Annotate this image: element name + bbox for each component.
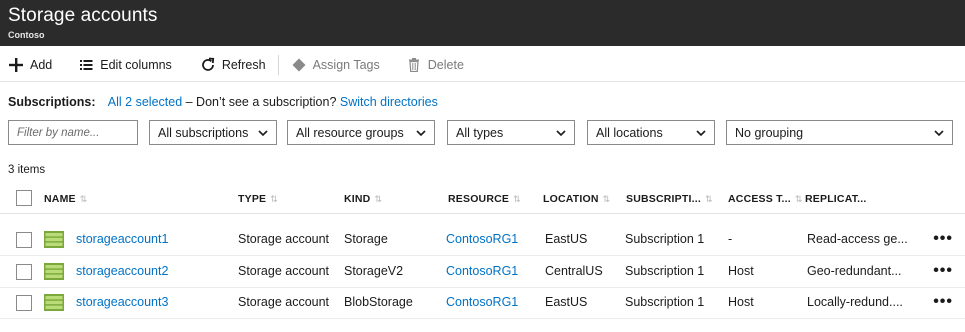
more-icon[interactable]: •••: [933, 262, 953, 280]
location-cell: CentralUS: [545, 264, 603, 278]
type-cell: Storage account: [238, 232, 330, 246]
edit-columns-button[interactable]: Edit columns: [70, 48, 180, 82]
refresh-label: Refresh: [221, 57, 266, 72]
add-button[interactable]: Add: [0, 48, 60, 82]
chevron-down-icon: [696, 130, 706, 137]
filter-by-name-input[interactable]: Filter by name...: [8, 120, 138, 145]
assign-tags-label: Assign Tags: [312, 57, 380, 72]
chevron-down-icon: [416, 130, 426, 137]
row-checkbox[interactable]: [16, 232, 32, 248]
delete-label: Delete: [427, 57, 464, 72]
command-bar: Add Edit columns Refresh Assign Tags Del…: [0, 48, 965, 82]
directory-name: Contoso: [8, 30, 45, 40]
toolbar-divider: [277, 54, 279, 75]
page-title: Storage accounts: [8, 5, 158, 26]
subscription-cell: Subscription 1: [625, 295, 705, 309]
column-header-kind[interactable]: KIND ⇅: [344, 193, 382, 205]
grouping-dropdown[interactable]: No grouping: [726, 120, 953, 145]
plus-icon: [8, 57, 24, 73]
column-header-subscription[interactable]: SUBSCRIPTI... ⇅: [626, 193, 713, 205]
row-checkbox[interactable]: [16, 295, 32, 311]
storage-account-icon: [44, 231, 64, 248]
kind-cell: BlobStorage: [344, 295, 413, 309]
subscriptions-label: Subscriptions:: [8, 95, 96, 109]
column-header-location[interactable]: LOCATION ⇅: [543, 193, 610, 205]
select-all-checkbox[interactable]: [16, 190, 32, 206]
location-cell: EastUS: [545, 295, 588, 309]
switch-directories-link[interactable]: Switch directories: [340, 95, 438, 109]
storage-account-name-link[interactable]: storageaccount1: [76, 232, 168, 246]
types-dropdown[interactable]: All types: [447, 120, 575, 145]
column-header-type[interactable]: TYPE ⇅: [238, 193, 278, 205]
kind-cell: StorageV2: [344, 264, 404, 278]
access-tier-cell: -: [728, 232, 733, 246]
subscription-cell: Subscription 1: [625, 264, 705, 278]
table-row[interactable]: storageaccount3 Storage account BlobStor…: [0, 287, 965, 319]
assign-tags-button[interactable]: Assign Tags: [283, 48, 388, 82]
delete-button[interactable]: Delete: [398, 48, 472, 82]
table-row[interactable]: storageaccount2 Storage account StorageV…: [0, 256, 965, 288]
access-tier-cell: Host: [728, 264, 754, 278]
replication-cell: Read-access ge...: [807, 232, 908, 246]
type-cell: Storage account: [238, 295, 330, 309]
subscriptions-line: Subscriptions: All 2 selected – Don’t se…: [8, 95, 438, 109]
locations-dropdown-value: All locations: [596, 125, 663, 140]
title-bar: Storage accounts Contoso: [0, 0, 965, 46]
storage-account-name-link[interactable]: storageaccount3: [76, 295, 168, 309]
subscriptions-dropdown-value: All subscriptions: [158, 125, 249, 140]
more-icon[interactable]: •••: [933, 293, 953, 311]
refresh-icon: [200, 57, 216, 73]
column-header-access-tier[interactable]: ACCESS T... ⇅: [728, 193, 803, 205]
location-cell: EastUS: [545, 232, 588, 246]
subscription-cell: Subscription 1: [625, 232, 705, 246]
edit-columns-label: Edit columns: [100, 57, 172, 72]
resource-group-link[interactable]: ContosoRG1: [446, 295, 518, 309]
tag-icon: [291, 57, 307, 73]
types-dropdown-value: All types: [456, 125, 504, 140]
grid-header: NAME ⇅ TYPE ⇅ KIND ⇅ RESOURCE ⇅ LOCATION ⇅ SU…: [0, 184, 965, 214]
chevron-down-icon: [258, 130, 268, 137]
replication-cell: Geo-redundant...: [807, 264, 902, 278]
resource-group-link[interactable]: ContosoRG1: [446, 264, 518, 278]
trash-icon: [406, 57, 422, 73]
type-cell: Storage account: [238, 264, 330, 278]
resource-groups-dropdown-value: All resource groups: [296, 125, 404, 140]
subscriptions-selected-link[interactable]: All 2 selected: [108, 95, 182, 109]
resource-group-link[interactable]: ContosoRG1: [446, 232, 518, 246]
kind-cell: Storage: [344, 232, 388, 246]
filter-bar: Filter by name... All subscriptions All …: [0, 120, 965, 148]
filter-by-name-placeholder: Filter by name...: [17, 126, 100, 139]
access-tier-cell: Host: [728, 295, 754, 309]
table-row[interactable]: storageaccount1 Storage account Storage …: [0, 224, 965, 256]
subscriptions-dropdown[interactable]: All subscriptions: [149, 120, 277, 145]
storage-account-icon: [44, 263, 64, 280]
replication-cell: Locally-redund....: [807, 295, 903, 309]
add-label: Add: [30, 57, 53, 72]
column-header-replication[interactable]: REPLICAT...: [805, 193, 867, 205]
more-icon[interactable]: •••: [933, 230, 953, 248]
locations-dropdown[interactable]: All locations: [587, 120, 715, 145]
chevron-down-icon: [934, 130, 944, 137]
row-checkbox[interactable]: [16, 264, 32, 280]
subscriptions-hint: – Don’t see a subscription?: [182, 95, 340, 109]
grouping-dropdown-value: No grouping: [735, 125, 804, 140]
column-header-resource[interactable]: RESOURCE ⇅: [448, 193, 521, 205]
resource-groups-dropdown[interactable]: All resource groups: [287, 120, 435, 145]
column-header-name[interactable]: NAME ⇅: [44, 193, 87, 205]
item-count: 3 items: [8, 164, 46, 176]
storage-account-icon: [44, 294, 64, 311]
storage-account-name-link[interactable]: storageaccount2: [76, 264, 168, 278]
refresh-button[interactable]: Refresh: [192, 48, 274, 82]
chevron-down-icon: [556, 130, 566, 137]
list-icon: [78, 57, 94, 73]
